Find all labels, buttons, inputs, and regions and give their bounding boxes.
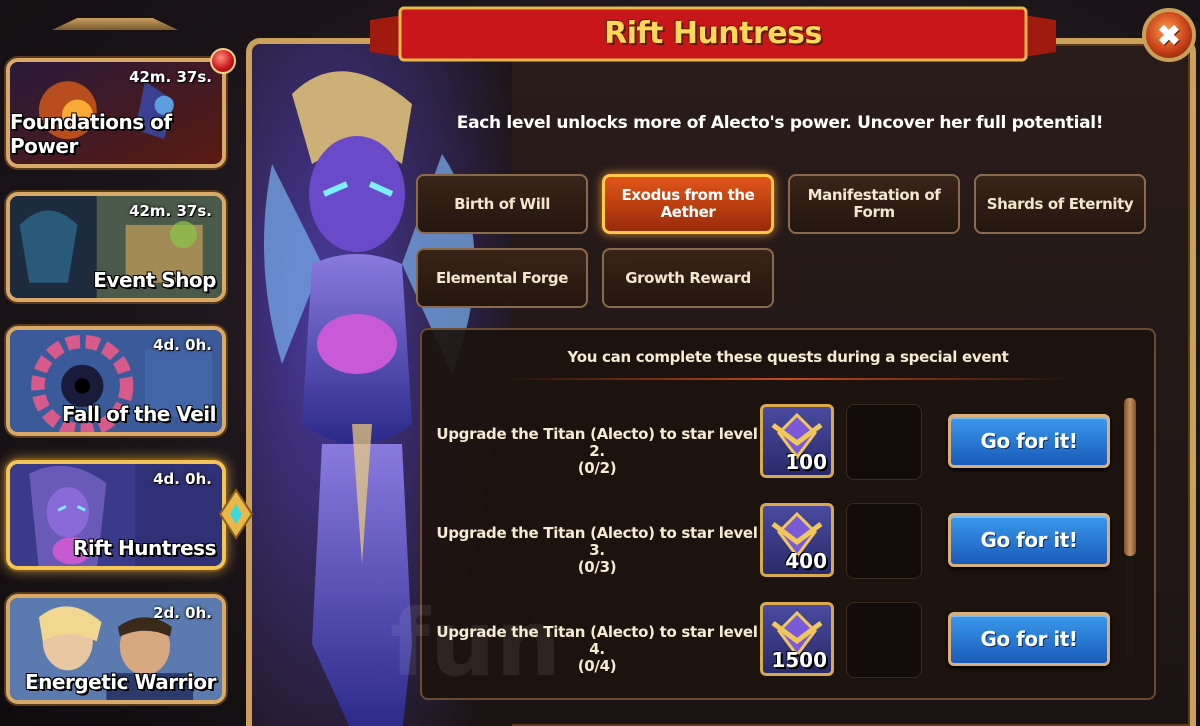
quest-description: Upgrade the Titan (Alecto) to star level…: [432, 426, 762, 477]
go-for-it-button[interactable]: Go for it!: [948, 612, 1110, 666]
quest-progress: (0/4): [577, 657, 617, 675]
quests-header: You can complete these quests during a s…: [567, 348, 1009, 366]
event-title: Foundations of Power: [10, 110, 172, 158]
quest-text: Upgrade the Titan (Alecto) to star level…: [436, 524, 758, 559]
event-timer: 4d. 0h.: [153, 470, 212, 488]
tab-exodus-from-the-aether[interactable]: Exodus from the Aether: [602, 174, 774, 234]
reward-slot[interactable]: 1500: [760, 602, 834, 676]
go-for-it-button[interactable]: Go for it!: [948, 414, 1110, 468]
sidebar-item-foundations-of-power[interactable]: 42m. 37s. Foundations of Power: [6, 58, 226, 168]
reward-slot[interactable]: 100: [760, 404, 834, 478]
reward-amount: 100: [785, 450, 827, 474]
reward-amount: 400: [785, 549, 827, 573]
quest-row: Upgrade the Titan (Alecto) to star level…: [422, 404, 1132, 484]
tab-birth-of-will[interactable]: Birth of Will: [416, 174, 588, 234]
sidebar-top-ornament: [52, 18, 178, 30]
empty-reward-slot: [846, 404, 922, 480]
event-title: Event Shop: [93, 268, 216, 292]
reward-slot[interactable]: 400: [760, 503, 834, 577]
tab-elemental-forge[interactable]: Elemental Forge: [416, 248, 588, 308]
event-title: Rift Huntress: [73, 536, 217, 560]
event-panel: You can complete these quests during a s…: [246, 38, 1196, 726]
watermark: fun: [390, 590, 562, 697]
event-timer: 42m. 37s.: [129, 68, 212, 86]
tab-shards-of-eternity[interactable]: Shards of Eternity: [974, 174, 1146, 234]
sidebar-item-energetic-warrior[interactable]: 2d. 0h. Energetic Warrior: [6, 594, 226, 704]
header-divider: [502, 378, 1074, 380]
sidebar-item-fall-of-the-veil[interactable]: 4d. 0h. Fall of the Veil: [6, 326, 226, 436]
event-sidebar: 42m. 37s. Foundations of Power 42m. 37s.…: [0, 0, 254, 726]
close-icon: ✖: [1157, 19, 1181, 51]
quest-row: Upgrade the Titan (Alecto) to star level…: [422, 503, 1132, 583]
event-timer: 42m. 37s.: [129, 202, 212, 220]
reward-amount: 1500: [771, 648, 827, 672]
event-subtitle: Each level unlocks more of Alecto's powe…: [456, 113, 1104, 133]
event-timer: 4d. 0h.: [153, 336, 212, 354]
tab-growth-reward[interactable]: Growth Reward: [602, 248, 774, 308]
event-title: Energetic Warrior: [25, 670, 216, 694]
empty-reward-slot: [846, 503, 922, 579]
title-banner: Rift Huntress: [370, 6, 1056, 62]
quest-progress: (0/3): [577, 558, 617, 576]
quest-description: Upgrade the Titan (Alecto) to star level…: [432, 525, 762, 576]
sidebar-item-rift-huntress[interactable]: 4d. 0h. Rift Huntress: [6, 460, 226, 570]
empty-reward-slot: [846, 602, 922, 678]
quest-text: Upgrade the Titan (Alecto) to star level…: [436, 425, 758, 460]
quest-scrollbar-thumb[interactable]: [1124, 398, 1136, 556]
close-button[interactable]: ✖: [1142, 8, 1196, 62]
page-title: Rift Huntress: [604, 16, 822, 51]
event-title: Fall of the Veil: [61, 402, 217, 426]
event-timer: 2d. 0h.: [153, 604, 212, 622]
go-for-it-button[interactable]: Go for it!: [948, 513, 1110, 567]
quest-progress: (0/2): [577, 459, 617, 477]
tab-manifestation-of-form[interactable]: Manifestation of Form: [788, 174, 960, 234]
notification-dot-icon: [210, 48, 236, 74]
sidebar-item-event-shop[interactable]: 42m. 37s. Event Shop: [6, 192, 226, 302]
active-indicator-icon: [218, 488, 254, 540]
